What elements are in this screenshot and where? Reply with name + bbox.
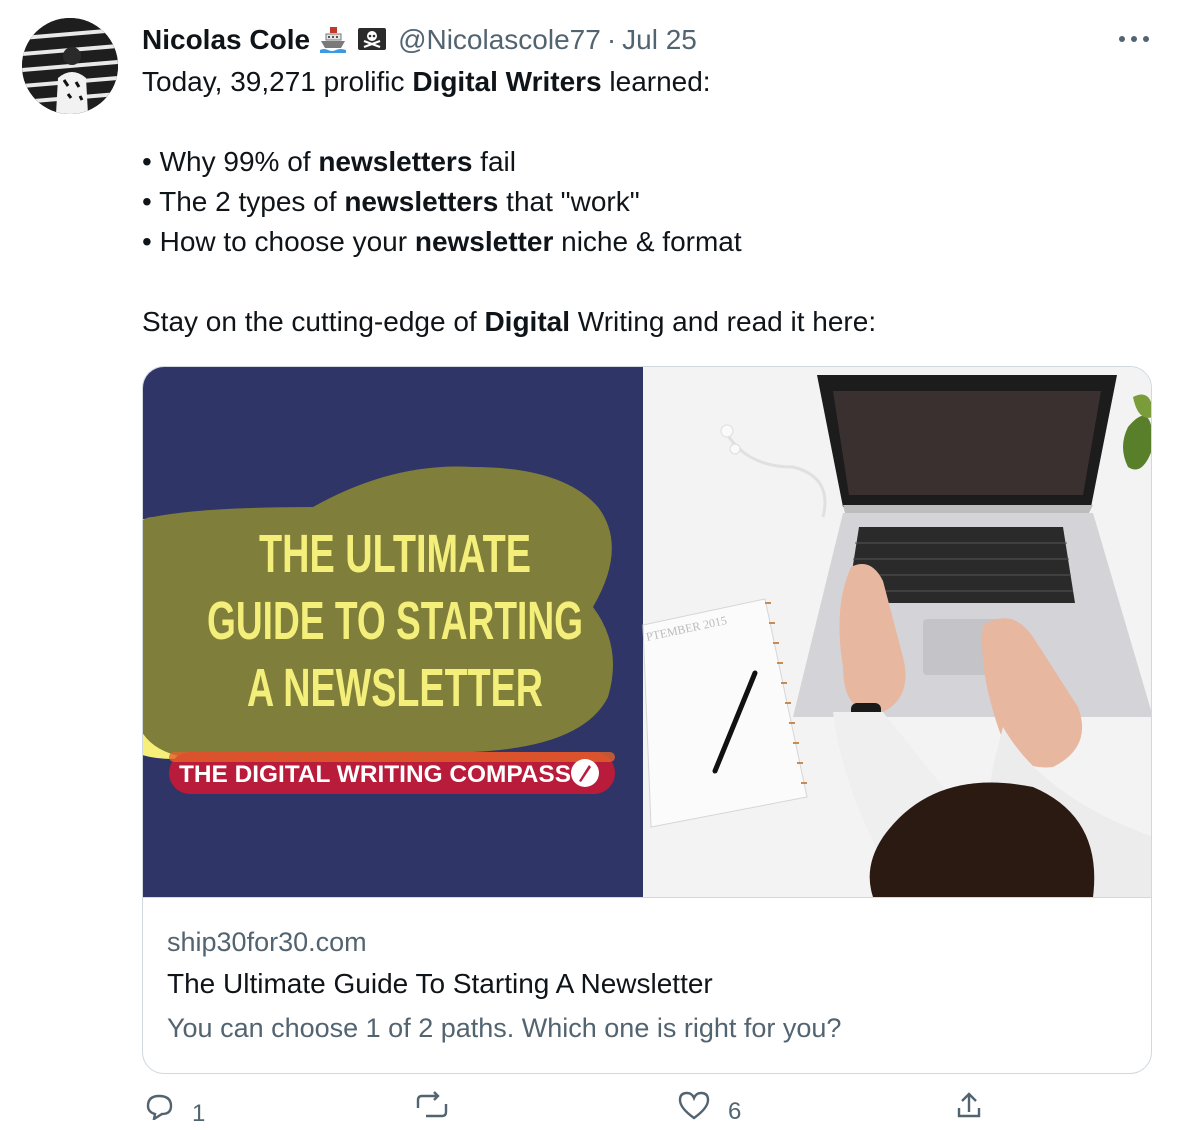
- bullet-dot: •: [142, 186, 152, 217]
- ship-icon: [318, 25, 348, 55]
- bullet-text-end: that "work": [498, 186, 640, 217]
- closing-bold: Digital: [484, 306, 571, 337]
- bullet-text-end: niche & format: [553, 226, 742, 257]
- image-headline-line: GUIDE TO STARTING: [207, 591, 583, 651]
- reply-icon: [146, 1094, 173, 1120]
- image-banner-text: THE DIGITAL WRITING COMPASS: [179, 761, 571, 788]
- bullet-dot: •: [142, 226, 152, 257]
- share-button[interactable]: [954, 1090, 984, 1120]
- intro-bold: Digital Writers: [412, 66, 602, 97]
- more-horizontal-icon: [1119, 36, 1149, 42]
- card-title: The Ultimate Guide To Starting A Newslet…: [167, 968, 713, 999]
- bullet-bold: newsletters: [318, 146, 473, 177]
- author-avatar[interactable]: [22, 18, 118, 114]
- reply-button[interactable]: 1: [142, 1090, 205, 1128]
- tweet-actions: 1 6: [142, 1090, 1152, 1130]
- author-name[interactable]: Nicolas Cole: [142, 24, 310, 56]
- card-description: You can choose 1 of 2 paths. Which one i…: [167, 1013, 842, 1043]
- bullet-item: • How to choose your newsletter niche & …: [142, 222, 1162, 262]
- header-separator: ·: [606, 24, 617, 55]
- heart-icon: [678, 1091, 710, 1120]
- card-domain: ship30for30.com: [167, 927, 367, 957]
- tweet-date[interactable]: Jul 25: [622, 24, 697, 56]
- image-headline-line: A NEWSLETTER: [247, 658, 543, 718]
- tweet-closing-line: Stay on the cutting-edge of Digital Writ…: [142, 302, 1162, 342]
- closing-text-end: Writing and read it here:: [570, 306, 877, 337]
- bullet-dot: •: [142, 146, 152, 177]
- tweet-text: Today, 39,271 prolific Digital Writers l…: [142, 62, 1162, 342]
- author-handle[interactable]: @Nicolascole77: [398, 24, 601, 56]
- bullet-item: • Why 99% of newsletters fail: [142, 142, 1162, 182]
- share-icon: [957, 1092, 981, 1118]
- card-meta[interactable]: ship30for30.com The Ultimate Guide To St…: [143, 897, 1151, 1073]
- like-button[interactable]: 6: [676, 1090, 741, 1126]
- more-options-button[interactable]: [1114, 24, 1154, 54]
- card-image[interactable]: THE ULTIMATE GUIDE TO STARTING A NEWSLET…: [143, 367, 1151, 897]
- tweet-header: Nicolas Cole @Nicolascole77 · Jul 25: [142, 20, 697, 60]
- bullet-bold: newsletters: [344, 186, 499, 217]
- avatar-photo: [22, 18, 118, 114]
- bullet-text: How to choose your: [159, 226, 415, 257]
- tweet-intro-line: Today, 39,271 prolific Digital Writers l…: [142, 62, 1162, 102]
- reply-count: 1: [192, 1100, 206, 1127]
- bullet-item: • The 2 types of newsletters that "work": [142, 182, 1162, 222]
- like-count: 6: [728, 1098, 742, 1125]
- bullet-text-end: fail: [472, 146, 516, 177]
- intro-text-end: learned:: [601, 66, 711, 97]
- intro-text: Today, 39,271 prolific: [142, 66, 413, 97]
- retweet-icon: [416, 1091, 448, 1118]
- bullet-text: The 2 types of: [159, 186, 345, 217]
- image-headline-line: THE ULTIMATE: [259, 524, 531, 584]
- bullet-text: Why 99% of: [159, 146, 319, 177]
- closing-text: Stay on the cutting-edge of: [142, 306, 485, 337]
- bullet-bold: newsletter: [414, 226, 554, 257]
- pirate-flag-icon: [356, 25, 388, 55]
- link-preview-card[interactable]: THE ULTIMATE GUIDE TO STARTING A NEWSLET…: [142, 366, 1152, 1074]
- retweet-button[interactable]: [412, 1090, 468, 1120]
